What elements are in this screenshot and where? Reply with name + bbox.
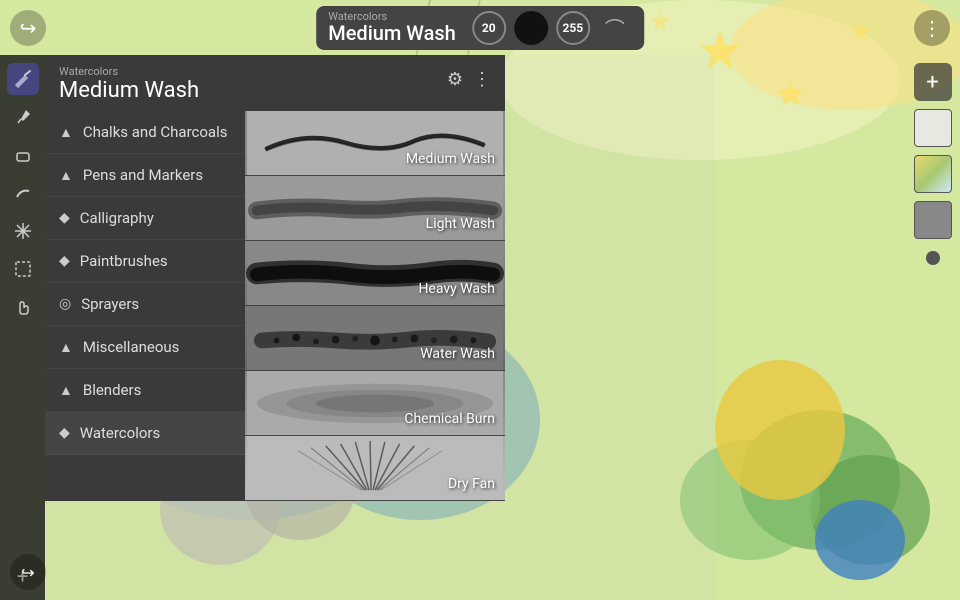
brush-size-large[interactable]: 255 (556, 11, 590, 45)
toolbar-brush-selector[interactable]: Watercolors Medium Wash 20 255 ⌒ (316, 6, 644, 50)
curve-tool[interactable]: ⌒ (598, 11, 632, 45)
misc-icon: ▲ (59, 339, 73, 356)
panel-title: Medium Wash (59, 78, 199, 103)
category-list: ▲ Chalks and Charcoals ▲ Pens and Marker… (45, 111, 245, 501)
top-toolbar: ↩ Watercolors Medium Wash 20 255 ⌒ ⋮ (0, 0, 960, 55)
brush-heavy-wash[interactable]: Heavy Wash (245, 241, 505, 306)
calligraphy-label: Calligraphy (80, 209, 154, 227)
brush-color[interactable] (514, 11, 548, 45)
pens-icon: ▲ (59, 167, 73, 184)
eraser-icon (13, 145, 33, 165)
brush-medium-wash[interactable]: Medium Wash (245, 111, 505, 176)
brush-water-wash[interactable]: Water Wash (245, 306, 505, 371)
sprayers-label: Sprayers (81, 295, 139, 313)
panel-body: ▲ Chalks and Charcoals ▲ Pens and Marker… (45, 111, 505, 501)
pens-label: Pens and Markers (83, 166, 203, 184)
brush-dry-fan-label: Dry Fan (448, 476, 495, 492)
category-blenders[interactable]: ▲ Blenders (45, 369, 245, 412)
toolbar-more-button[interactable]: ⋮ (914, 10, 950, 46)
layer-thumb-1[interactable] (914, 109, 952, 147)
toolbar-category-label: Watercolors (328, 10, 387, 23)
panel-indicator (926, 251, 940, 265)
tool-eraser[interactable] (7, 139, 39, 171)
smudge-icon (13, 183, 33, 203)
brush-dry-fan[interactable]: Dry Fan (245, 436, 505, 501)
brush-water-wash-label: Water Wash (420, 346, 495, 362)
category-paintbrushes[interactable]: ◆ Paintbrushes (45, 240, 245, 283)
calligraphy-icon: ◆ (59, 210, 70, 226)
brush-panel: Watercolors Medium Wash ⚙ ⋮ ▲ Chalks and… (45, 55, 505, 501)
category-miscellaneous[interactable]: ▲ Miscellaneous (45, 326, 245, 369)
select-icon (13, 259, 33, 279)
tool-hand[interactable] (7, 291, 39, 323)
paintbrushes-label: Paintbrushes (80, 252, 168, 270)
misc-label: Miscellaneous (83, 338, 180, 356)
brush-light-wash[interactable]: Light Wash (245, 176, 505, 241)
category-sprayers[interactable]: ◎ Sprayers (45, 283, 245, 326)
brush-list: Medium Wash Light Wash (245, 111, 505, 501)
brush-medium-wash-label: Medium Wash (406, 151, 495, 167)
panel-header-right: ⚙ ⋮ (447, 69, 491, 90)
eyedropper-icon (13, 107, 33, 127)
brush-heavy-wash-label: Heavy Wash (418, 281, 495, 297)
brush-chemical-burn[interactable]: Chemical Burn (245, 371, 505, 436)
transform-icon (13, 221, 33, 241)
layer-thumb-3[interactable] (914, 201, 952, 239)
panel-subtitle: Watercolors (59, 65, 199, 78)
category-watercolors[interactable]: ◆ Watercolors (45, 412, 245, 455)
chalks-label: Chalks and Charcoals (83, 123, 228, 141)
brush-size-small[interactable]: 20 (472, 11, 506, 45)
category-pens[interactable]: ▲ Pens and Markers (45, 154, 245, 197)
brush-icon (13, 69, 33, 89)
tool-eyedropper[interactable] (7, 101, 39, 133)
blenders-label: Blenders (83, 381, 141, 399)
sprayers-icon: ◎ (59, 296, 71, 312)
tool-smudge[interactable] (7, 177, 39, 209)
right-panel: + (905, 55, 960, 600)
left-sidebar: + (0, 55, 45, 600)
redo-button[interactable]: ↪ (10, 554, 46, 590)
category-calligraphy[interactable]: ◆ Calligraphy (45, 197, 245, 240)
toolbar-brush-name: Medium Wash (328, 21, 456, 45)
brush-chemical-burn-label: Chemical Burn (404, 411, 495, 427)
add-layer-button[interactable]: + (914, 63, 952, 101)
watercolors-icon: ◆ (59, 425, 70, 441)
panel-more-button[interactable]: ⋮ (473, 69, 491, 90)
panel-settings-button[interactable]: ⚙ (447, 69, 463, 90)
hand-icon (13, 297, 33, 317)
watercolors-label: Watercolors (80, 424, 160, 442)
tool-select[interactable] (7, 253, 39, 285)
undo-button[interactable]: ↩ (10, 10, 46, 46)
layer-thumb-2[interactable] (914, 155, 952, 193)
category-chalks[interactable]: ▲ Chalks and Charcoals (45, 111, 245, 154)
panel-header: Watercolors Medium Wash ⚙ ⋮ (45, 55, 505, 111)
panel-header-left: Watercolors Medium Wash (59, 65, 199, 103)
tool-transform[interactable] (7, 215, 39, 247)
paintbrushes-icon: ◆ (59, 253, 70, 269)
blenders-icon: ▲ (59, 382, 73, 399)
tool-brush[interactable] (7, 63, 39, 95)
chalks-icon: ▲ (59, 124, 73, 141)
brush-light-wash-label: Light Wash (426, 216, 495, 232)
